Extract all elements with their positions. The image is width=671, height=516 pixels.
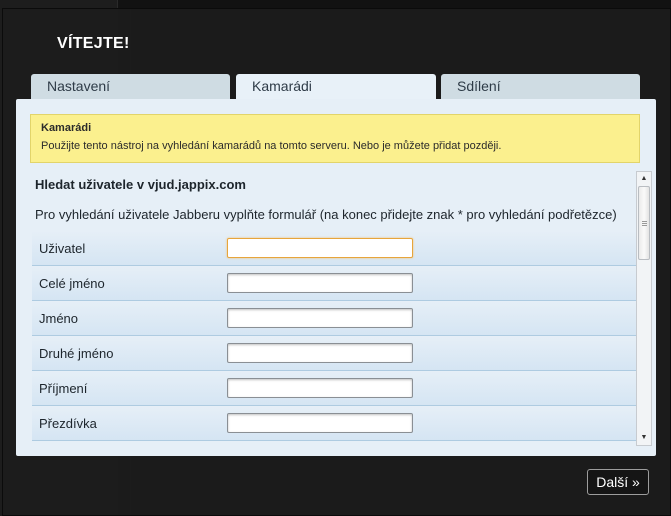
tab-sdileni[interactable]: Sdílení — [441, 74, 640, 100]
field-label: Uživatel — [39, 241, 86, 256]
druhe-jmeno-input[interactable] — [227, 343, 413, 363]
tab-panel: Kamarádi Použijte tento nástroj na vyhle… — [16, 99, 656, 456]
jmeno-input[interactable] — [227, 308, 413, 328]
dialog-title: VÍTEJTE! — [57, 35, 130, 52]
tab-kamaradi[interactable]: Kamarádi — [236, 74, 436, 100]
info-title: Kamarádi — [41, 122, 92, 134]
scroll-down-arrow-icon[interactable]: ▼ — [640, 434, 648, 442]
uzivatel-input[interactable] — [227, 238, 413, 258]
field-label: Příjmení — [39, 381, 88, 396]
search-form: Hledat uživatele v vjud.jappix.com Pro v… — [16, 171, 656, 456]
cele-jmeno-input[interactable] — [227, 273, 413, 293]
next-button[interactable]: Další » — [587, 469, 649, 495]
grip-line — [642, 225, 647, 226]
grip-line — [642, 221, 647, 222]
form-row-prijmeni: Příjmení — [32, 371, 636, 406]
prezdivka-input[interactable] — [227, 413, 413, 433]
form-row-uzivatel: Uživatel — [32, 231, 636, 266]
prijmeni-input[interactable] — [227, 378, 413, 398]
field-label: Celé jméno — [39, 276, 105, 291]
info-text: Použijte tento nástroj na vyhledání kama… — [41, 140, 502, 152]
tab-nastaveni[interactable]: Nastavení — [31, 74, 230, 100]
grip-line — [642, 223, 647, 224]
form-row-prezdivka: Přezdívka — [32, 406, 636, 441]
form-rows: Uživatel Celé jméno Jméno Druhé jméno Př… — [32, 231, 636, 441]
vertical-scrollbar[interactable]: ▲ ▼ — [636, 171, 652, 446]
form-row-cele-jmeno: Celé jméno — [32, 266, 636, 301]
info-box: Kamarádi Použijte tento nástroj na vyhle… — [30, 114, 640, 163]
field-label: Druhé jméno — [39, 346, 114, 361]
form-row-druhe-jmeno: Druhé jméno — [32, 336, 636, 371]
field-label: Přezdívka — [39, 416, 97, 431]
scroll-up-arrow-icon[interactable]: ▲ — [640, 175, 648, 183]
form-row-jmeno: Jméno — [32, 301, 636, 336]
field-label: Jméno — [39, 311, 79, 326]
scrollbar-thumb[interactable] — [638, 186, 650, 260]
search-description: Pro vyhledání uživatele Jabberu vyplňte … — [35, 207, 617, 222]
search-section-title: Hledat uživatele v vjud.jappix.com — [35, 177, 246, 192]
